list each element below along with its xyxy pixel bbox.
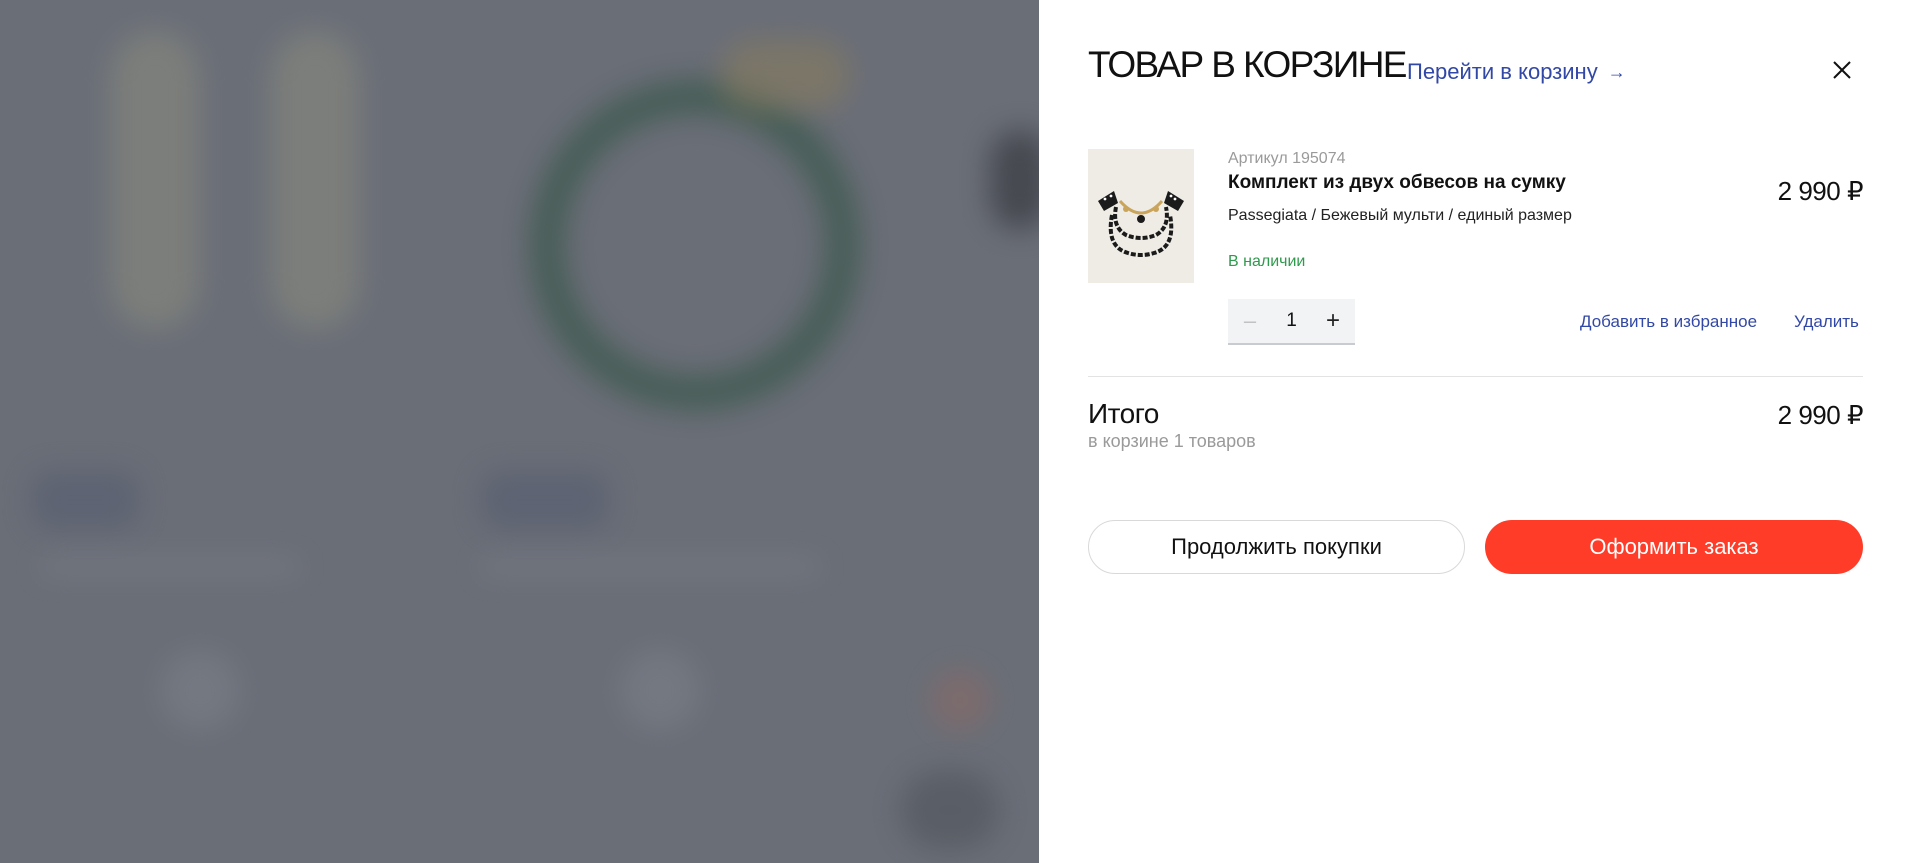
quantity-value: 1 — [1286, 310, 1297, 331]
background-blur-shape — [720, 40, 850, 110]
arrow-right-icon: → — [1607, 61, 1626, 82]
continue-shopping-button[interactable]: Продолжить покупки — [1088, 520, 1465, 574]
increase-quantity-button[interactable]: + — [1323, 307, 1343, 335]
background-blur-shape — [480, 470, 610, 530]
total-label: Итого — [1088, 398, 1159, 429]
background-blur-shape — [620, 650, 700, 730]
close-icon[interactable] — [1830, 58, 1854, 82]
product-thumbnail[interactable] — [1088, 149, 1194, 283]
product-name[interactable]: Комплект из двух обвесов на сумку — [1228, 172, 1566, 194]
add-to-favorites-link[interactable]: Добавить в избранное — [1580, 312, 1757, 332]
decrease-quantity-button[interactable]: – — [1240, 308, 1260, 334]
background-blur-shape — [110, 30, 200, 330]
background-blur-shape — [930, 670, 990, 730]
cart-drawer-title: ТОВАР В КОРЗИНЕ — [1088, 44, 1407, 85]
cart-items-count: в корзине 1 товаров — [1088, 431, 1256, 451]
background-blur-shape — [270, 30, 360, 330]
go-to-cart-link[interactable]: Перейти в корзину → — [1407, 59, 1626, 85]
blurred-page-backdrop[interactable] — [0, 0, 1039, 863]
product-variant: Passegiata / Бежевый мульти / единый раз… — [1228, 207, 1572, 224]
product-sku: Артикул 195074 — [1228, 150, 1346, 167]
divider — [1088, 376, 1863, 377]
availability-status: В наличии — [1228, 253, 1306, 270]
background-blur-shape — [160, 650, 240, 730]
go-to-cart-label: Перейти в корзину — [1407, 59, 1598, 84]
remove-item-link[interactable]: Удалить — [1794, 312, 1859, 332]
checkout-button[interactable]: Оформить заказ — [1485, 520, 1863, 574]
background-blur-shape — [530, 80, 860, 410]
product-price: 2 990 ₽ — [1777, 176, 1864, 206]
background-blur-shape — [40, 560, 300, 574]
background-blur-shape — [480, 560, 820, 574]
background-blur-shape — [900, 770, 1000, 850]
cart-drawer: ТОВАР В КОРЗИНЕ Перейти в корзину → Арти… — [1039, 0, 1911, 863]
quantity-stepper: – 1 + — [1228, 299, 1355, 345]
background-blur-shape — [990, 130, 1039, 230]
background-blur-shape — [30, 470, 140, 530]
total-price: 2 990 ₽ — [1777, 400, 1864, 430]
